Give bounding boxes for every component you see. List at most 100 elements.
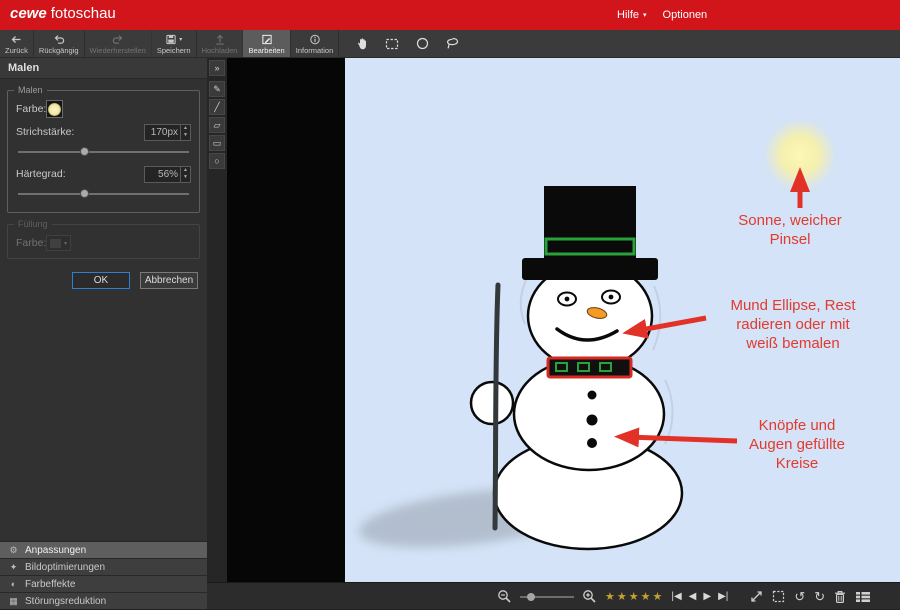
product-name: fotoschau [51,5,116,22]
help-menu[interactable]: Hilfe ▾ [617,9,647,21]
body-button [587,415,598,426]
hardness-row: Härtegrad: ▲ ▼ [16,165,191,183]
options-menu[interactable]: Optionen [663,9,708,21]
spin-down-icon[interactable]: ▼ [181,174,190,181]
drawing-tool-strip: » ✎ ╱ ▱ ▭ ○ [207,58,227,582]
brand-name: cewe [10,5,47,22]
category-label: Anpassungen [25,545,86,556]
rect-select-icon[interactable] [381,33,403,55]
category-label: Störungsreduktion [25,596,106,607]
gear-icon: ⚙ [8,545,19,556]
noise-icon: ▦ [8,596,19,607]
edit-label: Bearbeiten [248,46,284,55]
cancel-button[interactable]: Abbrechen [140,272,198,289]
category-anpassungen[interactable]: ⚙ Anpassungen [0,541,207,558]
body-button [588,391,597,400]
redo-icon [112,34,124,45]
star-rating[interactable]: ★ ★ ★ ★ ★ [605,590,663,603]
photo-navigation: |◀ ◀ ▶ ▶| [671,591,728,602]
line-tool-icon[interactable]: ╱ [209,99,225,115]
zoom-out-icon[interactable] [497,589,512,604]
next-photo-icon[interactable]: ▶ [703,591,711,602]
stroke-width-row: Strichstärke: ▲ ▼ [16,123,191,141]
rotate-right-icon[interactable]: ↻ [814,589,825,605]
panel-expander-icon[interactable]: » [209,60,225,76]
first-photo-icon[interactable]: |◀ [671,591,681,602]
right-pupil [609,295,614,300]
star-icon[interactable]: ★ [629,590,640,603]
lasso-select-icon[interactable] [441,33,463,55]
fill-color-label: Farbe: [16,237,46,249]
color-swatch[interactable] [46,100,63,118]
undo-button[interactable]: Rückgängig [34,30,85,57]
hardness-input[interactable] [145,167,180,182]
crop-frame-icon[interactable] [772,590,785,603]
chevron-down-icon: ▾ [643,11,647,19]
fill-color-dropdown[interactable]: ▾ [46,235,71,251]
annotation-line: weiß bemalen [697,334,889,353]
save-button[interactable]: ▾ Speichern [152,30,197,57]
info-button[interactable]: Information [291,30,340,57]
back-button[interactable]: Zurück [0,30,34,57]
zoom-slider-thumb[interactable] [527,593,535,601]
stroke-width-label: Strichstärke: [16,126,74,138]
rectangle-tool-icon[interactable]: ▭ [209,135,225,151]
fit-view-icon[interactable] [750,590,763,603]
pencil-tool-icon[interactable]: ✎ [209,81,225,97]
slider-thumb[interactable] [80,147,89,156]
edit-button[interactable]: Bearbeiten [243,30,290,57]
annotation-buttons: Knöpfe und Augen gefüllte Kreise [721,416,873,473]
category-farbeffekte[interactable]: ◐ Farbeffekte [0,575,207,592]
upload-button[interactable]: Hochladen [197,30,244,57]
star-icon[interactable]: ★ [641,590,652,603]
chevron-down-icon: ▾ [64,240,67,247]
hardness-stepper: ▲ ▼ [144,166,191,183]
help-menu-label: Hilfe [617,9,639,21]
trash-icon[interactable] [834,590,846,604]
prev-photo-icon[interactable]: ◀ [689,591,697,602]
category-bildoptimierungen[interactable]: ✦ Bildoptimierungen [0,558,207,575]
eraser-tool-icon[interactable]: ▱ [209,117,225,133]
spin-up-icon[interactable]: ▲ [181,125,190,132]
annotation-sun: Sonne, weicher Pinsel [705,211,875,249]
star-icon[interactable]: ★ [653,590,664,603]
status-controls: ★ ★ ★ ★ ★ |◀ ◀ ▶ ▶| ↺ ↻ [497,583,871,610]
save-label: Speichern [157,46,191,55]
sketch-stroke [665,380,673,444]
spin-up-icon[interactable]: ▲ [181,167,190,174]
ok-button[interactable]: OK [72,272,130,289]
image-action-icons: ↺ ↻ [750,589,871,605]
hardness-slider[interactable] [18,188,189,199]
pan-hand-icon[interactable] [351,33,373,55]
star-icon[interactable]: ★ [605,590,616,603]
titlebar: cewe fotoschau Hilfe ▾ Optionen [0,0,900,30]
rotate-left-icon[interactable]: ↺ [794,589,805,605]
category-label: Bildoptimierungen [25,562,105,573]
redo-button[interactable]: Wiederherstellen [85,30,152,57]
zoom-in-icon[interactable] [582,589,597,604]
upload-label: Hochladen [202,46,238,55]
star-icon[interactable]: ★ [617,590,628,603]
stroke-width-input[interactable] [145,125,180,140]
ellipse-tool-icon[interactable]: ○ [209,153,225,169]
ellipse-select-icon[interactable] [411,33,433,55]
thumbnail-list-icon[interactable] [855,591,871,603]
annotation-line: Sonne, weicher [705,211,875,230]
undo-icon [53,34,65,45]
stroke-width-slider[interactable] [18,146,189,157]
last-photo-icon[interactable]: ▶| [718,591,728,602]
drawing-surface[interactable]: Sonne, weicher Pinsel Mund Ellipse, Rest… [345,58,900,582]
hat-brim [522,258,658,280]
fill-color-preview [50,239,61,248]
redo-label: Wiederherstellen [90,46,146,55]
status-bar: ★ ★ ★ ★ ★ |◀ ◀ ▶ ▶| ↺ ↻ [207,582,900,609]
hardness-arrows: ▲ ▼ [180,167,190,182]
slider-thumb[interactable] [80,189,89,198]
annotation-mouth: Mund Ellipse, Rest radieren oder mit wei… [697,296,889,353]
spin-down-icon[interactable]: ▼ [181,132,190,139]
zoom-slider[interactable] [520,591,574,603]
edit-icon [261,34,273,45]
category-stoerungsreduktion[interactable]: ▦ Störungsreduktion [0,592,207,609]
save-caret-icon: ▾ [179,36,182,43]
undo-label: Rückgängig [39,46,79,55]
